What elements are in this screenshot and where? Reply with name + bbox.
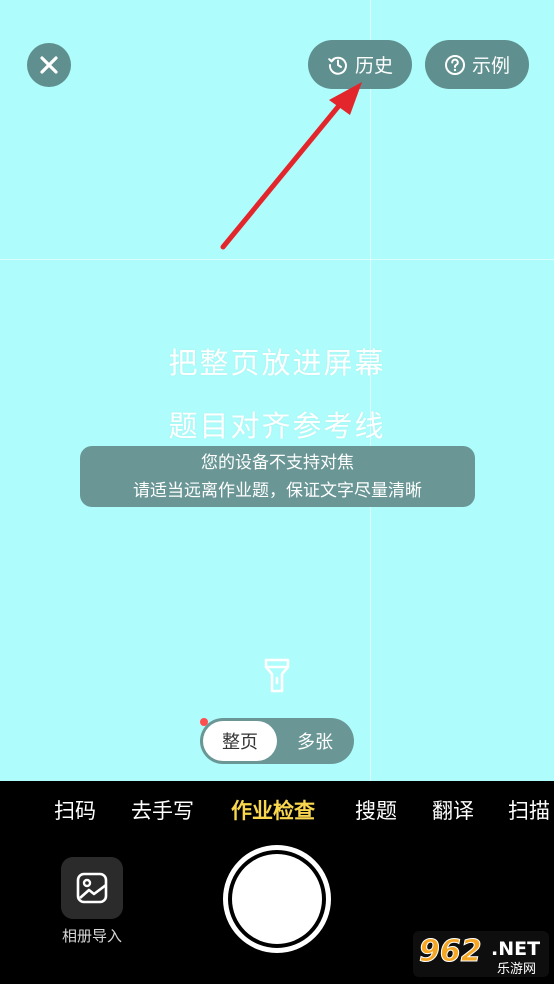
shutter-inner [232, 854, 322, 944]
guide-text-line2: 题目对齐参考线 [168, 409, 386, 443]
help-circle-icon [444, 54, 465, 75]
mode-single-page[interactable]: 整页 [203, 721, 277, 761]
tab-translate[interactable]: 翻译 [432, 795, 474, 825]
camera-viewfinder[interactable]: 历史 示例 把整页放进屏幕 题目对齐参考线 您的设备不支持对焦 请适当远离作业题… [0, 0, 554, 781]
image-icon [76, 872, 108, 904]
guide-grid-horizontal [0, 259, 554, 260]
tab-scan-code[interactable]: 扫码 [54, 795, 96, 825]
shutter-button[interactable] [223, 845, 331, 953]
camera-screen: 历史 示例 把整页放进屏幕 题目对齐参考线 您的设备不支持对焦 请适当远离作业题… [0, 0, 554, 984]
flashlight-icon [264, 658, 290, 693]
new-badge-dot [200, 718, 208, 726]
warning-line1: 您的设备不支持对焦 [201, 453, 354, 473]
focus-warning-toast: 您的设备不支持对焦 请适当远离作业题，保证文字尽量清晰 [80, 446, 475, 507]
example-button[interactable]: 示例 [425, 40, 529, 89]
guide-grid-vertical [370, 0, 371, 781]
bottom-panel: 扫码 去手写 作业检查 搜题 翻译 扫描 相册导入 962 .NET 乐游网 [0, 781, 554, 984]
watermark-suffix: .NET [491, 938, 540, 960]
example-label: 示例 [471, 55, 510, 77]
history-icon [328, 56, 347, 75]
close-icon [40, 56, 58, 74]
watermark-sub: 乐游网 [497, 962, 536, 977]
album-import-label: 相册导入 [61, 927, 122, 945]
history-button[interactable]: 历史 [308, 40, 412, 89]
warning-line2: 请适当远离作业题，保证文字尽量清晰 [133, 481, 422, 501]
watermark-number: 962 [419, 934, 482, 969]
mode-tabs: 扫码 去手写 作业检查 搜题 翻译 扫描 [0, 795, 554, 831]
close-button[interactable] [27, 43, 71, 87]
tab-homework-check[interactable]: 作业检查 [231, 795, 315, 825]
mode-multiple[interactable]: 多张 [280, 721, 350, 761]
history-label: 历史 [354, 55, 393, 77]
tab-remove-handwriting[interactable]: 去手写 [131, 795, 194, 825]
album-import-button[interactable] [61, 857, 123, 919]
guide-text-line1: 把整页放进屏幕 [168, 346, 386, 380]
site-watermark-logo: 962 .NET 乐游网 [413, 931, 549, 977]
capture-mode-toggle[interactable]: 整页 多张 [200, 718, 354, 764]
flashlight-button[interactable] [259, 656, 295, 696]
tab-scan-document[interactable]: 扫描 [508, 795, 550, 825]
tab-search-question[interactable]: 搜题 [355, 795, 397, 825]
